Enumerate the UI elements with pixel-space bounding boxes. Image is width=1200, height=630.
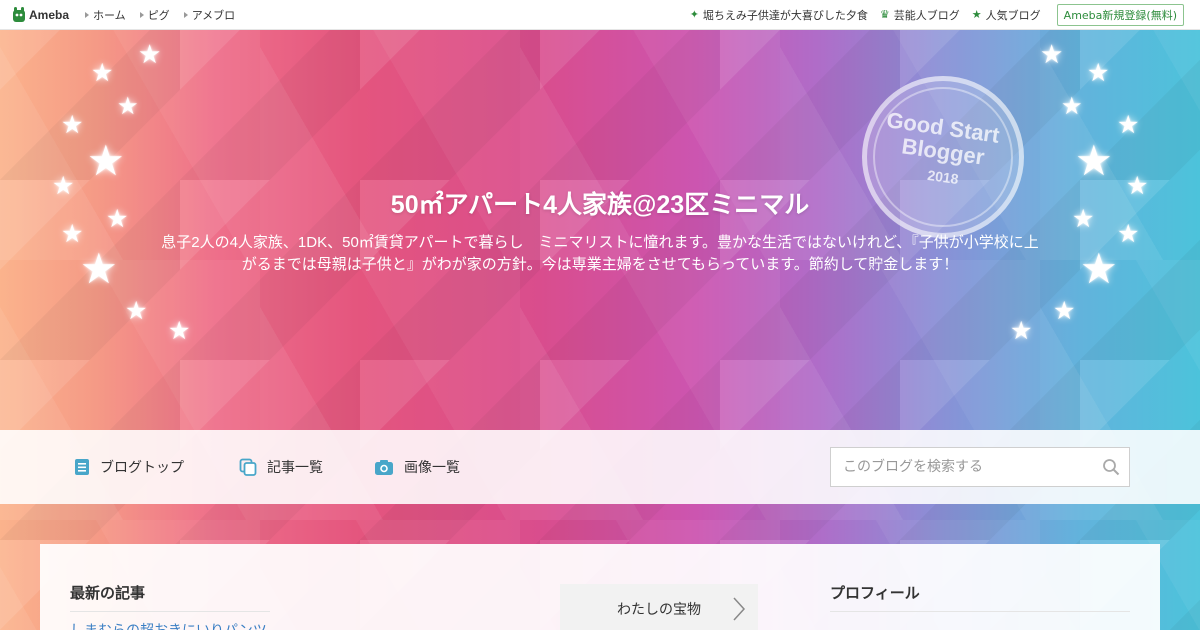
decor-star-icon: ★: [80, 244, 118, 293]
triangle-right-icon: [183, 11, 188, 18]
decor-star-icon: ★: [1075, 136, 1113, 185]
search-icon[interactable]: [1093, 458, 1129, 476]
copy-icon: [239, 458, 257, 476]
nav-article-list[interactable]: 記事一覧: [239, 457, 323, 477]
ameba-logo-icon: [12, 6, 26, 23]
document-icon: [74, 458, 90, 476]
decor-star-icon: ★: [168, 316, 191, 345]
nav-image-list-label: 画像一覧: [404, 460, 460, 476]
nav-blog-top-label: ブログトップ: [100, 460, 184, 476]
decor-star-icon: ★: [61, 110, 84, 139]
global-nav-pigg[interactable]: ピグ: [139, 7, 170, 23]
latest-article-link[interactable]: しまむらの超おきにいりパンツ: [70, 620, 270, 630]
global-nav: ホーム ピグ アメブロ: [85, 7, 249, 23]
treasure-banner[interactable]: わたしの宝物: [560, 584, 758, 630]
nav-article-list-label: 記事一覧: [267, 460, 323, 476]
decor-star-icon: ★: [1040, 40, 1064, 70]
star-icon: ★: [971, 8, 982, 21]
decor-star-icon: ★: [125, 296, 148, 325]
profile-title: プロフィール: [830, 582, 1130, 612]
nav-image-list[interactable]: 画像一覧: [374, 457, 460, 477]
decor-star-icon: ★: [1061, 92, 1083, 120]
treasure-label: わたしの宝物: [617, 602, 701, 618]
triangle-right-icon: [139, 11, 144, 18]
decor-star-icon: ★: [138, 40, 162, 70]
trending-link[interactable]: ✦ 堀ちえみ子供達が大喜びした夕食: [690, 7, 868, 23]
decor-star-icon: ★: [117, 92, 139, 120]
decor-star-icon: ★: [87, 136, 125, 185]
popular-blog-label: 人気ブログ: [985, 8, 1041, 22]
blog-search: [830, 447, 1130, 487]
decor-star-icon: ★: [1087, 58, 1110, 87]
ameba-logo[interactable]: Ameba: [12, 6, 70, 23]
triangle-right-icon: [85, 11, 90, 18]
decor-star-icon: ★: [61, 219, 84, 248]
global-nav-home[interactable]: ホーム: [85, 7, 126, 23]
global-right-nav: ✦ 堀ちえみ子供達が大喜びした夕食 ♛ 芸能人ブログ ★ 人気ブログ Ameba新規登…: [678, 3, 1184, 26]
nav-blog-top[interactable]: ブログトップ: [74, 457, 184, 477]
chevron-right-icon: [732, 596, 746, 626]
decor-star-icon: ★: [1053, 296, 1076, 325]
decor-star-icon: ★: [1080, 244, 1118, 293]
decor-star-icon: ★: [1117, 110, 1140, 139]
decor-star-icon: ★: [1010, 316, 1033, 345]
decor-star-icon: ★: [91, 58, 114, 87]
blog-nav-bar: ブログトップ 記事一覧 画像一覧: [0, 430, 1200, 504]
popular-blog-link[interactable]: ★ 人気ブログ: [972, 7, 1041, 23]
main-content: 最新の記事 しまむらの超おきにいりパンツ わたしの宝物 プロフィール: [40, 544, 1160, 630]
global-header: Ameba ホーム ピグ アメブロ ✦ 堀ちえみ子供達が大喜びした夕食 ♛ 芸能人ブ…: [0, 0, 1200, 30]
sparkle-icon: ✦: [689, 8, 699, 21]
celebrity-blog-link[interactable]: ♛ 芸能人ブログ: [880, 7, 960, 23]
latest-articles-title: 最新の記事: [70, 582, 270, 612]
blog-title[interactable]: 50㎡アパート4人家族@23区ミニマル: [0, 185, 1200, 221]
global-nav-home-label: ホーム: [93, 8, 126, 22]
blog-search-input[interactable]: [831, 448, 1093, 486]
blog-description: 息子2人の4人家族、1DK、50㎡賃貸アパートで暮らし ミニマリストに憧れます。…: [161, 234, 1039, 273]
global-nav-ameblo-label: アメブロ: [191, 8, 236, 22]
decor-star-icon: ★: [1117, 219, 1140, 248]
signup-button[interactable]: Ameba新規登録(無料): [1056, 3, 1184, 26]
blog-header: ★ ★ ★ ★ ★ ★ ★ ★ ★ ★ ★ ★ ★ ★ ★ ★ ★ ★ ★ ★ …: [0, 30, 1200, 430]
crown-icon: ♛: [879, 8, 890, 21]
camera-icon: [374, 459, 394, 476]
global-nav-pigg-label: ピグ: [147, 8, 170, 22]
ameba-logo-text: Ameba: [29, 7, 70, 22]
global-nav-ameblo[interactable]: アメブロ: [183, 7, 236, 23]
trending-link-label: 堀ちえみ子供達が大喜びした夕食: [702, 8, 868, 22]
celebrity-blog-label: 芸能人ブログ: [893, 8, 960, 22]
